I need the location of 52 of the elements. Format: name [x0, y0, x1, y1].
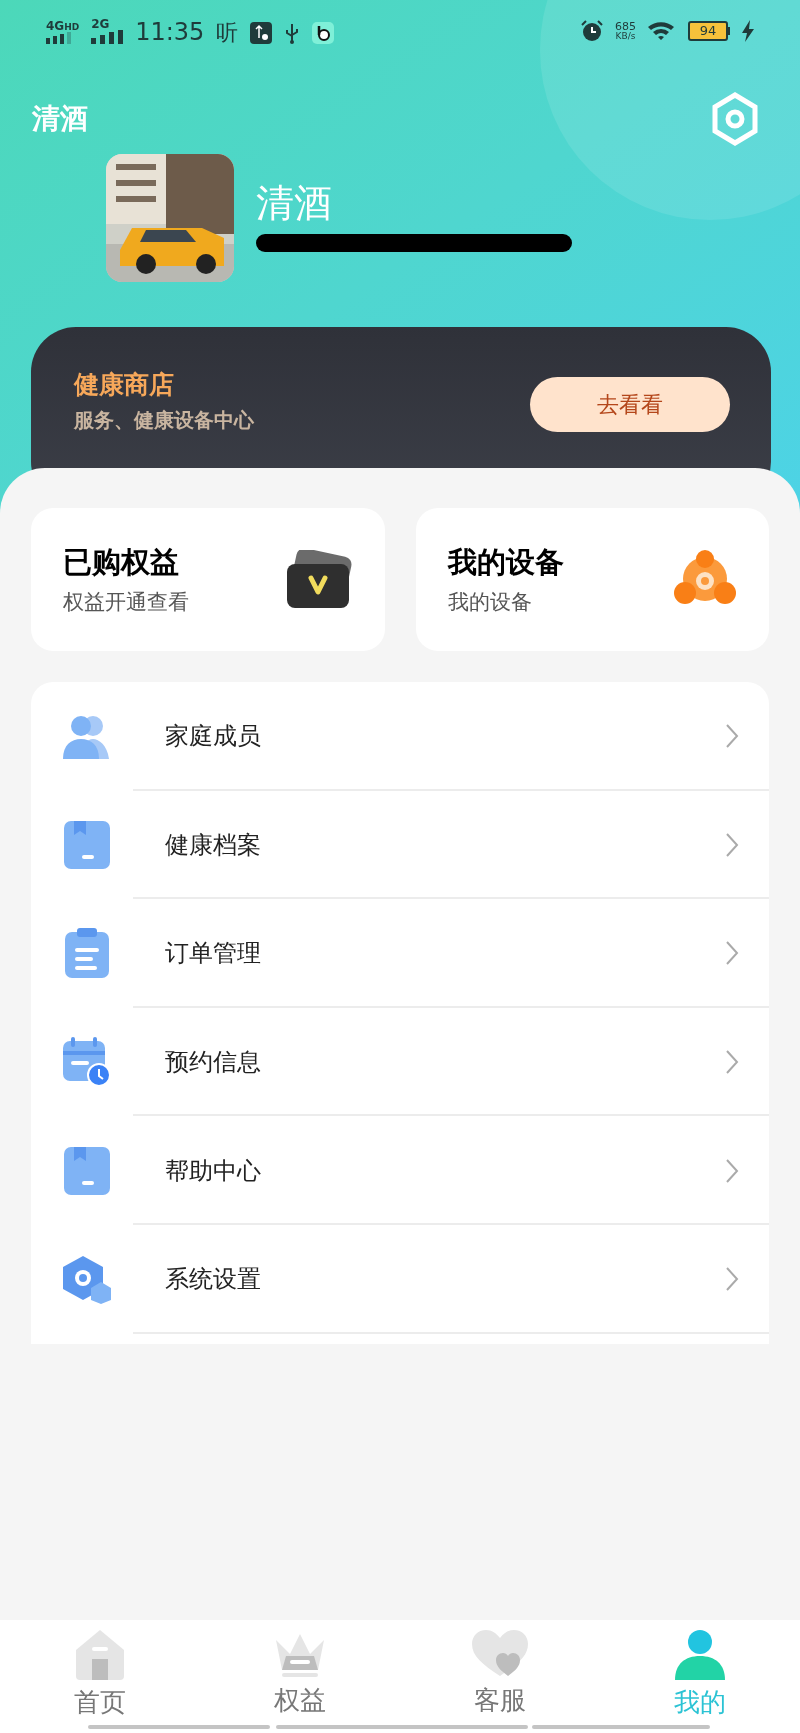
network-label: 2G	[91, 18, 111, 30]
network-label: 4GHD	[46, 20, 80, 32]
menu-item[interactable]: 预约信息	[31, 1007, 769, 1117]
menu-item[interactable]: 订单管理	[31, 899, 769, 1008]
banner-subtitle: 服务、健康设备中心	[74, 408, 254, 434]
person-icon	[675, 1630, 725, 1680]
page-title: 清酒	[32, 101, 88, 137]
battery-indicator: 94	[688, 21, 730, 41]
alarm-icon	[581, 20, 603, 42]
usb-icon	[284, 22, 301, 44]
charging-icon	[742, 20, 754, 42]
menu-item[interactable]: 家庭成员	[31, 682, 769, 791]
listen-glyph: 听	[216, 22, 239, 44]
menu-item[interactable]: 帮助中心	[31, 1116, 769, 1225]
ticket-icon	[286, 549, 353, 610]
hearts-icon	[472, 1630, 528, 1678]
clock-time: 11:35	[135, 20, 205, 44]
wifi-icon	[648, 21, 676, 41]
chevron-icon	[725, 940, 739, 967]
people-icon	[63, 713, 111, 760]
clipboard-icon	[65, 928, 109, 979]
signal-icon	[91, 30, 124, 44]
tab-item[interactable]: 权益	[200, 1620, 400, 1733]
card-subtitle: 权益开通查看	[63, 588, 189, 615]
shortcut-card[interactable]: 我的设备 我的设备	[415, 508, 769, 651]
usb-settings-icon	[250, 22, 273, 44]
menu-item[interactable]: 健康档案	[31, 790, 769, 900]
speed-unit: KB/s	[615, 32, 636, 41]
chevron-icon	[725, 723, 739, 750]
hexagon-icon	[61, 1254, 113, 1305]
tab-item[interactable]: 客服	[400, 1620, 600, 1733]
card-title: 我的设备	[447, 544, 564, 581]
settings-icon[interactable]	[710, 92, 760, 146]
home-icon	[76, 1630, 124, 1680]
card-title: 已购权益	[63, 544, 180, 581]
folder-icon	[64, 1146, 110, 1195]
app-icon	[312, 22, 335, 44]
banner-title: 健康商店	[74, 369, 175, 401]
chevron-icon	[725, 1049, 739, 1076]
card-subtitle: 我的设备	[447, 588, 533, 615]
user-name: 清酒	[256, 184, 333, 222]
view-button[interactable]: 去看看	[530, 377, 730, 432]
chevron-icon	[725, 831, 739, 858]
folder-icon	[64, 820, 110, 869]
chevron-icon	[725, 1266, 739, 1293]
signal-icon	[46, 32, 72, 44]
shortcut-card[interactable]: 已购权益 权益开通查看	[31, 508, 385, 651]
menu-item[interactable]: 系统设置	[31, 1224, 769, 1334]
chevron-icon	[725, 1157, 739, 1184]
calendar-icon	[63, 1037, 111, 1088]
speed-value: 685	[615, 21, 636, 32]
tab-item[interactable]: 首页	[0, 1620, 200, 1733]
